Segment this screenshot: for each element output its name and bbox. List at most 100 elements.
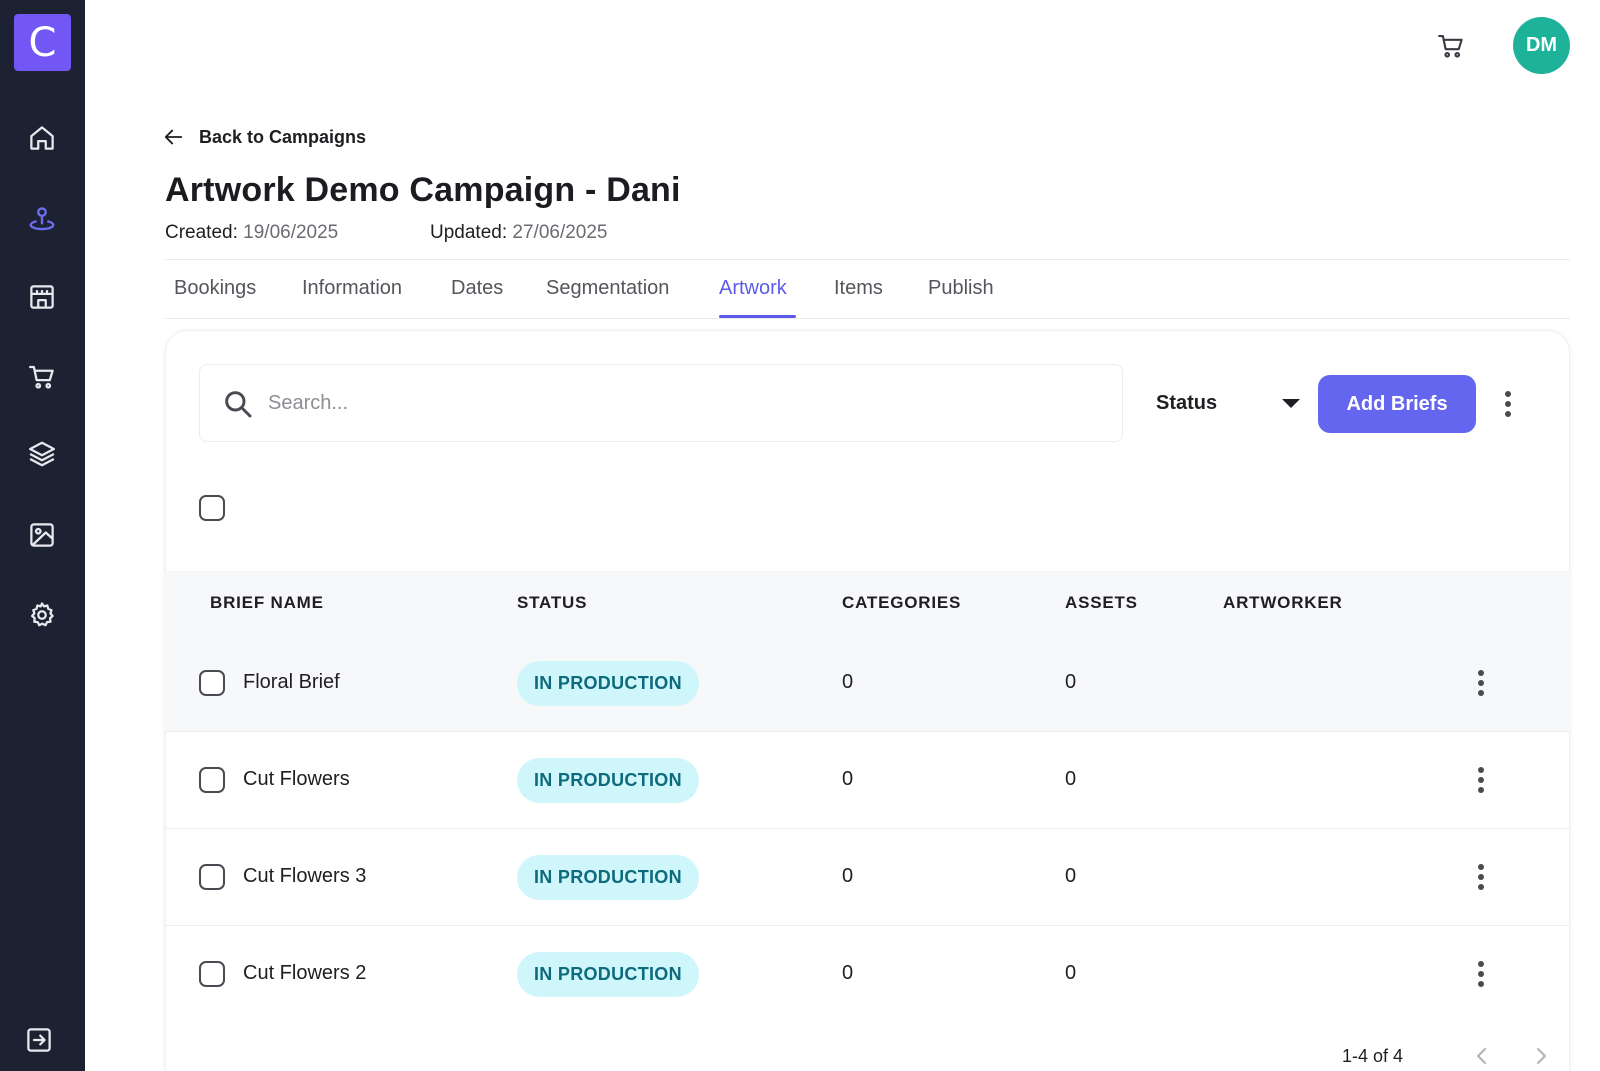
page-title: Artwork Demo Campaign - Dani — [165, 171, 681, 209]
row-more-button[interactable] — [1469, 762, 1493, 798]
select-all-checkbox[interactable] — [199, 495, 225, 521]
table-row[interactable]: Floral Brief IN PRODUCTION 0 0 — [165, 635, 1570, 732]
categories-count: 0 — [842, 768, 854, 790]
sidebar-item-home[interactable] — [23, 119, 61, 157]
created-date: Created: 19/06/2025 — [165, 222, 338, 244]
assets-count: 0 — [1065, 962, 1077, 984]
more-vertical-icon-dot — [1478, 690, 1484, 696]
assets-count: 0 — [1065, 865, 1077, 887]
column-header-assets[interactable]: ASSETS — [1065, 593, 1138, 613]
created-label: Created: — [165, 222, 238, 243]
updated-date: Updated: 27/06/2025 — [430, 222, 608, 244]
categories-count: 0 — [842, 671, 854, 693]
cart-icon — [29, 365, 54, 389]
assets-count: 0 — [1065, 671, 1077, 693]
active-tab-indicator — [719, 315, 796, 318]
more-vertical-icon — [1478, 767, 1484, 773]
sidebar-item-images[interactable] — [23, 516, 61, 554]
assets-count: 0 — [1065, 768, 1077, 790]
sidebar-item-settings[interactable] — [23, 596, 61, 634]
updated-value: 27/06/2025 — [512, 222, 608, 243]
tab-artwork[interactable]: Artwork — [719, 277, 787, 300]
tab-publish[interactable]: Publish — [928, 277, 994, 300]
arrow-left-icon — [164, 129, 183, 145]
brief-name[interactable]: Floral Brief — [243, 671, 340, 694]
more-vertical-icon-dot — [1478, 680, 1484, 686]
app-logo[interactable]: C — [14, 14, 71, 71]
more-vertical-icon-dot — [1478, 787, 1484, 793]
brief-name[interactable]: Cut Flowers 3 — [243, 865, 366, 888]
toolbar-more-button[interactable] — [1496, 386, 1520, 422]
store-icon — [30, 285, 54, 309]
sidebar-item-orders[interactable] — [23, 358, 61, 396]
sidebar: C — [0, 0, 85, 1071]
row-more-button[interactable] — [1469, 859, 1493, 895]
column-header-brief-name[interactable]: BRIEF NAME — [210, 593, 324, 613]
sidebar-item-campaigns[interactable] — [23, 200, 61, 238]
more-vertical-icon — [1478, 670, 1484, 676]
search-icon — [225, 391, 252, 418]
row-more-button[interactable] — [1469, 665, 1493, 701]
row-checkbox[interactable] — [199, 767, 225, 793]
back-link-label: Back to Campaigns — [199, 126, 367, 147]
table-row[interactable]: Cut Flowers 3 IN PRODUCTION 0 0 — [165, 829, 1570, 926]
brief-name[interactable]: Cut Flowers 2 — [243, 962, 366, 985]
more-vertical-icon-dot — [1478, 874, 1484, 880]
more-vertical-icon — [1478, 961, 1484, 967]
home-icon — [30, 126, 54, 150]
table-row[interactable]: Cut Flowers IN PRODUCTION 0 0 — [165, 732, 1570, 829]
row-checkbox[interactable] — [199, 864, 225, 890]
status-filter-label: Status — [1156, 391, 1218, 414]
more-vertical-icon — [1505, 391, 1511, 397]
search-box[interactable] — [199, 364, 1123, 442]
more-vertical-icon-dot — [1505, 401, 1511, 407]
pagination-next-button[interactable] — [1529, 1043, 1553, 1069]
created-value: 19/06/2025 — [243, 222, 339, 243]
status-badge: IN PRODUCTION — [517, 758, 699, 803]
categories-count: 0 — [842, 865, 854, 887]
categories-count: 0 — [842, 962, 854, 984]
pagination-prev-button[interactable] — [1470, 1043, 1494, 1069]
avatar-initials: DM — [1525, 34, 1558, 56]
chevron-left-icon — [1476, 1047, 1487, 1065]
user-avatar[interactable]: DM — [1513, 17, 1570, 74]
more-vertical-icon-dot — [1478, 777, 1484, 783]
status-filter-dropdown[interactable]: Status — [1156, 377, 1306, 429]
layers-icon — [29, 441, 55, 467]
sidebar-item-stores[interactable] — [23, 278, 61, 316]
brief-name[interactable]: Cut Flowers — [243, 768, 350, 791]
row-more-button[interactable] — [1469, 956, 1493, 992]
column-header-categories[interactable]: CATEGORIES — [842, 593, 961, 613]
updated-label: Updated: — [430, 222, 508, 243]
tab-items[interactable]: Items — [834, 277, 883, 300]
sidebar-item-layers[interactable] — [23, 435, 61, 473]
logout-icon — [27, 1028, 51, 1052]
status-badge: IN PRODUCTION — [517, 952, 699, 997]
campaign-tabs: Bookings Information Dates Segmentation … — [165, 260, 1570, 319]
pagination-range: 1-4 of 4 — [1342, 1046, 1404, 1066]
status-badge: IN PRODUCTION — [517, 855, 699, 900]
settings-icon — [31, 602, 54, 627]
more-vertical-icon-dot — [1505, 411, 1511, 417]
cart-icon — [1438, 34, 1463, 58]
table-row[interactable]: Cut Flowers 2 IN PRODUCTION 0 0 — [165, 926, 1570, 1023]
row-checkbox[interactable] — [199, 961, 225, 987]
back-to-campaigns-link[interactable]: Back to Campaigns — [163, 126, 366, 148]
header-cart-button[interactable] — [1434, 29, 1468, 63]
column-header-artworker[interactable]: ARTWORKER — [1223, 593, 1343, 613]
tab-bookings[interactable]: Bookings — [174, 277, 256, 300]
tab-segmentation[interactable]: Segmentation — [546, 277, 669, 300]
column-header-status[interactable]: STATUS — [517, 593, 587, 613]
row-checkbox[interactable] — [199, 670, 225, 696]
search-input[interactable] — [268, 365, 1098, 441]
chevron-right-icon — [1536, 1047, 1547, 1065]
more-vertical-icon — [1478, 864, 1484, 870]
image-icon — [30, 523, 54, 547]
tab-information[interactable]: Information — [302, 277, 402, 300]
more-vertical-icon-dot — [1478, 971, 1484, 977]
campaign-pin-icon — [29, 207, 55, 231]
sidebar-logout[interactable] — [20, 1021, 58, 1059]
tab-dates[interactable]: Dates — [451, 277, 503, 300]
add-briefs-button[interactable]: Add Briefs — [1318, 375, 1476, 433]
more-vertical-icon-dot — [1478, 884, 1484, 890]
